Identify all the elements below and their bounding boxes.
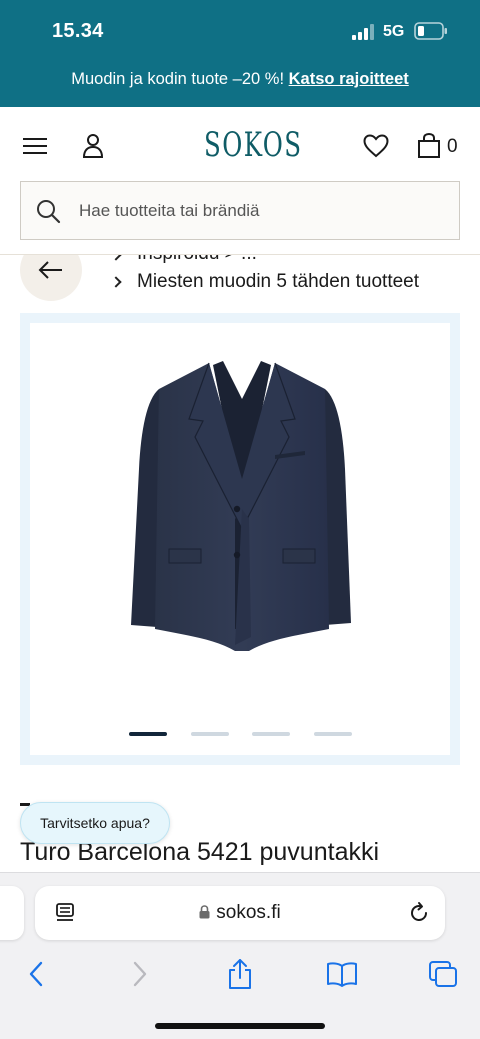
- breadcrumb: Inspiroidu > ... Miesten muodin 5 tähden…: [0, 255, 480, 305]
- breadcrumb-item-current[interactable]: Miesten muodin 5 tähden tuotteet: [110, 271, 419, 293]
- search-input[interactable]: [79, 200, 419, 221]
- chevron-right-icon: [110, 276, 122, 288]
- menu-icon: [23, 138, 47, 154]
- gallery-dot-1[interactable]: [129, 732, 167, 736]
- search-icon: [37, 199, 61, 223]
- book-icon: [327, 962, 357, 987]
- browser-back-button[interactable]: [18, 956, 54, 992]
- sokos-logo[interactable]: SOKOS: [204, 125, 301, 165]
- reload-icon[interactable]: [407, 901, 431, 925]
- top-banner: 15.34 5G Muodin ja kodin tuote –20 %! Ka…: [0, 0, 480, 107]
- address-bar[interactable]: sokos.fi: [35, 886, 445, 940]
- url-text: sokos.fi: [216, 902, 281, 923]
- home-indicator: [155, 1023, 325, 1029]
- help-chat-button[interactable]: Tarvitsetko apua?: [20, 802, 170, 844]
- cart-count: 0: [447, 136, 458, 157]
- search-bar[interactable]: [20, 181, 460, 240]
- gallery-dot-3[interactable]: [252, 732, 290, 736]
- menu-button[interactable]: [20, 131, 50, 161]
- bookmarks-button[interactable]: [324, 956, 360, 992]
- gallery-dot-2[interactable]: [191, 732, 229, 736]
- breadcrumb-item-partial[interactable]: Inspiroidu > ...: [110, 255, 257, 265]
- account-icon: [82, 134, 104, 158]
- battery-icon: [414, 22, 447, 40]
- back-button[interactable]: [20, 255, 82, 301]
- tabs-icon: [429, 961, 457, 987]
- gallery-frame: [30, 323, 450, 755]
- breadcrumb-current-label: Miesten muodin 5 tähden tuotteet: [137, 271, 420, 292]
- share-icon: [229, 959, 251, 989]
- cart-button[interactable]: [414, 131, 444, 161]
- account-button[interactable]: [78, 131, 108, 161]
- product-image-jacket[interactable]: [129, 359, 355, 651]
- wishlist-button[interactable]: [361, 131, 391, 161]
- previous-tab-preview[interactable]: [0, 886, 24, 940]
- browser-toolbar: sokos.fi: [0, 872, 480, 1039]
- product-gallery[interactable]: [20, 313, 460, 765]
- network-label: 5G: [383, 23, 405, 40]
- signal-icon: [352, 24, 374, 40]
- tabs-button[interactable]: [425, 956, 461, 992]
- promo-text: Muodin ja kodin tuote –20 %!: [71, 70, 285, 88]
- chevron-left-icon: [29, 961, 43, 987]
- chevron-right-icon: [133, 961, 147, 987]
- browser-forward-button[interactable]: [122, 956, 158, 992]
- chevron-right-icon: [110, 255, 122, 261]
- status-bar: 15.34 5G: [0, 0, 480, 64]
- site-header: SOKOS 0: [0, 107, 480, 185]
- gallery-pagination: [20, 732, 460, 738]
- status-time: 15.34: [52, 20, 104, 42]
- promo-link[interactable]: Katso rajoitteet: [289, 70, 409, 88]
- share-button[interactable]: [222, 956, 258, 992]
- promo-banner: Muodin ja kodin tuote –20 %! Katso rajoi…: [0, 70, 480, 89]
- arrow-left-icon: [38, 261, 62, 279]
- lock-icon: [199, 905, 210, 919]
- url-display[interactable]: sokos.fi: [35, 902, 445, 924]
- bag-icon: [418, 133, 440, 158]
- gallery-dot-4[interactable]: [314, 732, 352, 736]
- heart-icon: [363, 134, 389, 158]
